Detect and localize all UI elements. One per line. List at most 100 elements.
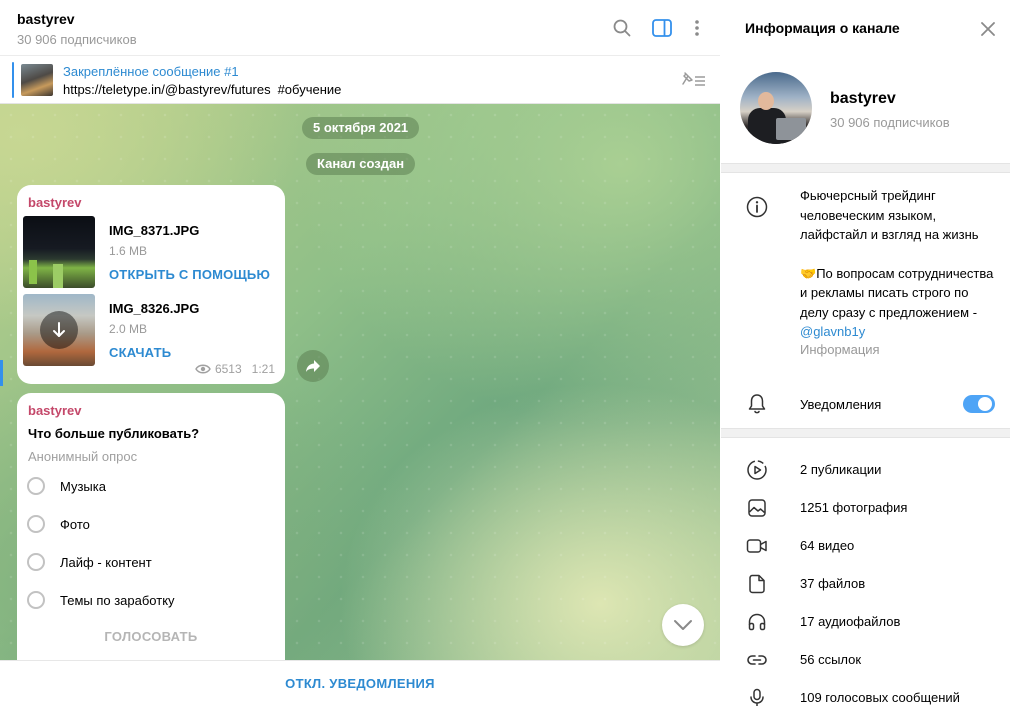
pinned-list-icon[interactable] bbox=[680, 70, 708, 90]
stat-label: 64 видео bbox=[800, 538, 855, 553]
poll-option[interactable]: Фото bbox=[27, 512, 267, 536]
bottom-bar: ОТКЛ. УВЕДОМЛЕНИЯ bbox=[0, 660, 720, 706]
description-text: Фьючерсный трейдинг человеческим языком,… bbox=[800, 188, 979, 242]
file-size: 1.6 MB bbox=[109, 244, 148, 258]
description-label: Информация bbox=[800, 342, 880, 357]
handshake-icon: 🤝 bbox=[800, 265, 817, 281]
download-icon[interactable] bbox=[40, 311, 78, 349]
poll-option-label: Фото bbox=[60, 516, 90, 532]
view-count: 6513 bbox=[214, 362, 242, 376]
poll-type: Анонимный опрос bbox=[28, 449, 138, 464]
message-author[interactable]: bastyrev bbox=[28, 195, 81, 210]
message-time: 1:21 bbox=[251, 362, 275, 376]
description-text: По вопросам сотрудничества и рекламы пис… bbox=[800, 265, 994, 320]
radio-icon[interactable] bbox=[27, 591, 45, 609]
avatar[interactable] bbox=[740, 72, 812, 144]
avatar-detail bbox=[758, 92, 774, 110]
chat-subscriber-count: 30 906 подписчиков bbox=[17, 32, 137, 47]
more-options-icon[interactable] bbox=[685, 16, 709, 40]
file-name: IMG_8326.JPG bbox=[109, 301, 200, 316]
poll-option[interactable]: Лайф - контент bbox=[27, 550, 267, 574]
chat-column: bastyrev 30 906 подписчиков Закреплённое… bbox=[0, 0, 720, 706]
message-meta: 6513 1:21 bbox=[195, 362, 275, 376]
poll-option-label: Темы по заработку bbox=[60, 592, 175, 608]
radio-icon[interactable] bbox=[27, 515, 45, 533]
file-name: IMG_8371.JPG bbox=[109, 223, 200, 238]
pinned-thumbnail bbox=[21, 64, 53, 96]
notifications-toggle[interactable] bbox=[963, 395, 995, 413]
stat-row-audio[interactable]: 17 аудиофайлов bbox=[721, 603, 1010, 641]
stat-label: 109 голосовых сообщений bbox=[800, 690, 960, 705]
stat-label: 2 публикации bbox=[800, 462, 882, 477]
vote-button[interactable]: ГОЛОСОВАТЬ bbox=[17, 629, 285, 644]
poll-option-label: Лайф - контент bbox=[60, 554, 152, 570]
channel-description: Фьючерсный трейдинг человеческим языком,… bbox=[800, 186, 1000, 342]
message-author[interactable]: bastyrev bbox=[28, 403, 81, 418]
chevron-down-icon bbox=[674, 620, 692, 630]
scroll-down-button[interactable] bbox=[662, 604, 704, 646]
stat-row-links[interactable]: 56 ссылок bbox=[721, 641, 1010, 679]
views-icon bbox=[195, 364, 211, 374]
radio-icon[interactable] bbox=[27, 553, 45, 571]
link-icon bbox=[745, 648, 769, 672]
search-icon[interactable] bbox=[610, 16, 634, 40]
channel-subscriber-count: 30 906 подписчиков bbox=[830, 115, 950, 130]
stat-row-publications[interactable]: 2 публикации bbox=[721, 451, 1010, 489]
scroll-indicator bbox=[0, 360, 3, 386]
file-size: 2.0 MB bbox=[109, 322, 148, 336]
stat-label: 37 файлов bbox=[800, 576, 866, 591]
channel-name: bastyrev bbox=[830, 90, 896, 107]
poll-option[interactable]: Темы по заработку bbox=[27, 588, 267, 612]
pinned-tag: #обучение bbox=[277, 82, 342, 97]
pinned-indicator bbox=[12, 62, 14, 98]
section-divider bbox=[721, 428, 1010, 438]
poll-option-label: Музыка bbox=[60, 478, 106, 494]
video-icon bbox=[745, 534, 769, 558]
poll-question: Что больше публиковать? bbox=[28, 426, 200, 441]
photo-icon bbox=[745, 496, 769, 520]
contact-link[interactable]: @glavnb1y bbox=[800, 324, 865, 339]
pinned-title: Закреплённое сообщение #1 bbox=[63, 64, 239, 79]
publications-icon bbox=[745, 458, 769, 482]
description-contact: 🤝По вопросам сотрудничества и рекламы пи… bbox=[800, 264, 1000, 342]
stat-row-videos[interactable]: 64 видео bbox=[721, 527, 1010, 565]
channel-created-pill: Канал создан bbox=[306, 153, 416, 175]
chat-background: 5 октября 2021 Канал создан bastyrev IMG… bbox=[0, 104, 720, 660]
chat-header: bastyrev 30 906 подписчиков bbox=[0, 0, 720, 56]
headphones-icon bbox=[745, 610, 769, 634]
file-icon bbox=[745, 572, 769, 596]
download-button[interactable]: СКАЧАТЬ bbox=[109, 345, 171, 360]
stat-label: 17 аудиофайлов bbox=[800, 614, 901, 629]
file-thumbnail[interactable] bbox=[23, 216, 95, 288]
poll-message: bastyrev Что больше публиковать? Анонимн… bbox=[17, 393, 285, 660]
pinned-link: https://teletype.in/@bastyrev/futures bbox=[63, 82, 271, 97]
forward-icon[interactable] bbox=[297, 350, 329, 382]
info-panel-title: Информация о канале bbox=[745, 20, 900, 36]
pinned-text: https://teletype.in/@bastyrev/futures #об… bbox=[63, 82, 341, 97]
file-thumbnail[interactable] bbox=[23, 294, 95, 366]
poll-option[interactable]: Музыка bbox=[27, 474, 267, 498]
channel-info-panel: Информация о канале bastyrev 30 906 подп… bbox=[721, 0, 1010, 706]
section-divider bbox=[721, 163, 1010, 173]
stat-label: 1251 фотография bbox=[800, 500, 908, 515]
thumbnail-detail bbox=[53, 264, 63, 288]
radio-icon[interactable] bbox=[27, 477, 45, 495]
close-icon[interactable] bbox=[977, 18, 999, 40]
stat-row-files[interactable]: 37 файлов bbox=[721, 565, 1010, 603]
sidebar-toggle-icon[interactable] bbox=[650, 16, 674, 40]
files-message: bastyrev IMG_8371.JPG 1.6 MB ОТКРЫТЬ С П… bbox=[17, 185, 285, 384]
info-icon bbox=[745, 195, 769, 219]
mute-notifications-button[interactable]: ОТКЛ. УВЕДОМЛЕНИЯ bbox=[0, 661, 720, 706]
chat-title[interactable]: bastyrev bbox=[17, 11, 75, 27]
stat-row-voice[interactable]: 109 голосовых сообщений bbox=[721, 679, 1010, 706]
open-with-button[interactable]: ОТКРЫТЬ С ПОМОЩЬЮ bbox=[109, 267, 270, 282]
stat-label: 56 ссылок bbox=[800, 652, 862, 667]
notifications-label: Уведомления bbox=[800, 397, 882, 412]
avatar-detail bbox=[776, 118, 806, 140]
pinned-message-bar[interactable]: Закреплённое сообщение #1 https://telety… bbox=[0, 56, 720, 104]
bell-icon bbox=[745, 392, 769, 416]
thumbnail-detail bbox=[29, 260, 37, 284]
stat-row-photos[interactable]: 1251 фотография bbox=[721, 489, 1010, 527]
microphone-icon bbox=[745, 686, 769, 706]
date-pill: 5 октября 2021 bbox=[302, 117, 420, 139]
